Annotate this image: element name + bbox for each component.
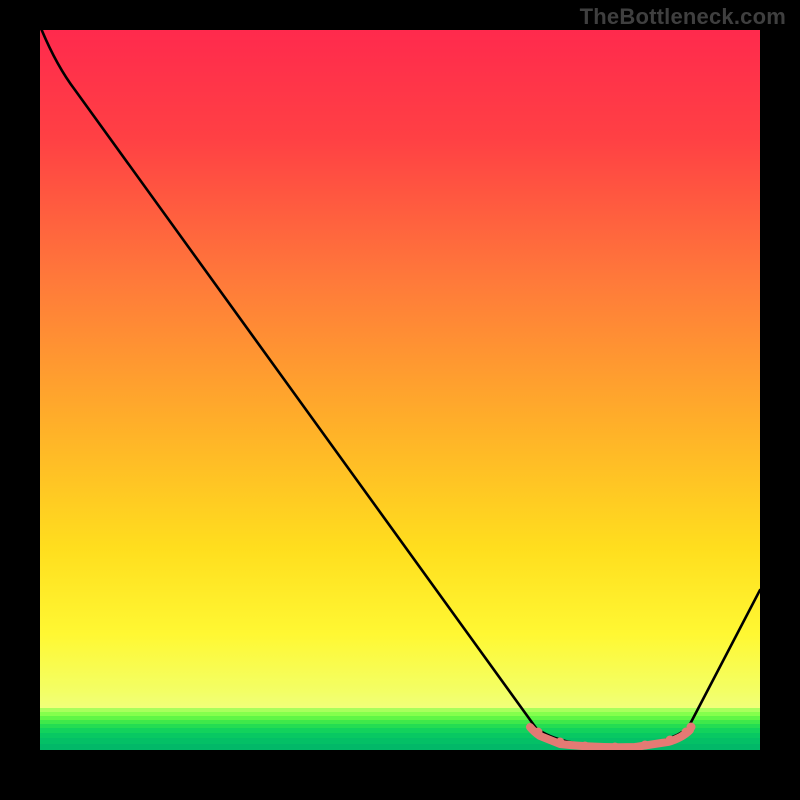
curve-overlay xyxy=(40,30,760,750)
watermark-text: TheBottleneck.com xyxy=(580,4,786,30)
plot-area xyxy=(40,30,760,750)
chart-container: TheBottleneck.com xyxy=(0,0,800,800)
